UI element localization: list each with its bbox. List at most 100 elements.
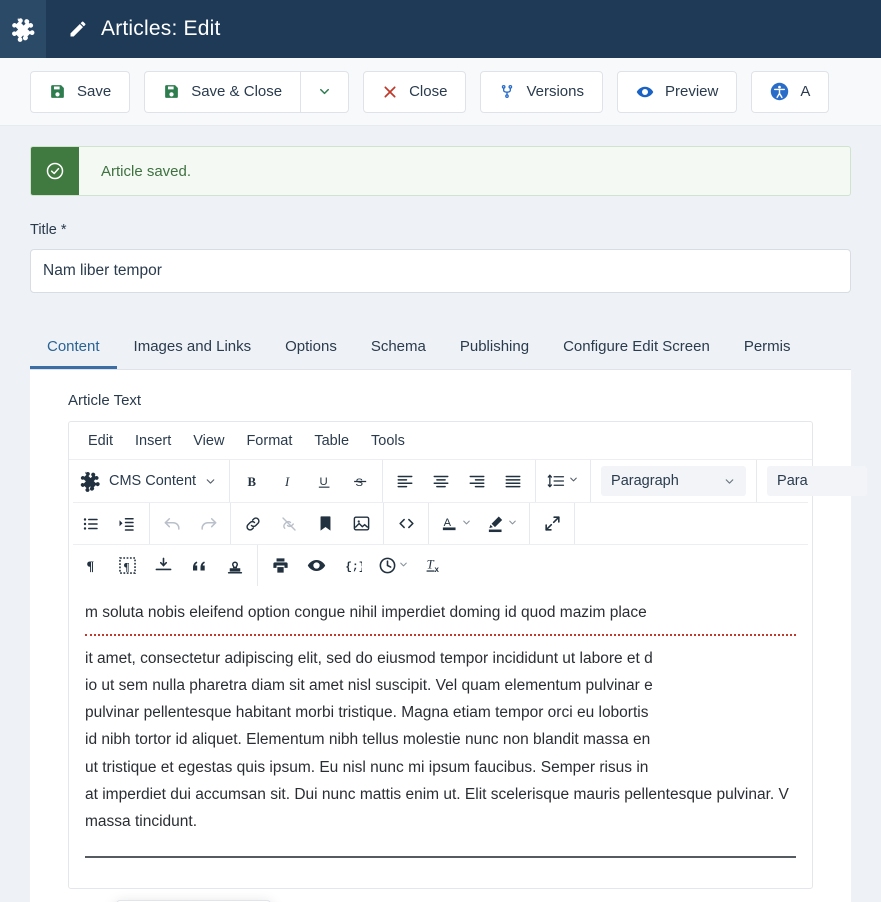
source-code-button[interactable] xyxy=(388,507,424,541)
pencil-icon xyxy=(68,19,88,39)
background-color-button[interactable] xyxy=(479,507,525,541)
tab-publishing[interactable]: Publishing xyxy=(443,339,546,369)
page-title-text: Articles: Edit xyxy=(101,17,221,40)
edit-tabs: Content Images and Links Options Schema … xyxy=(30,326,851,370)
tab-images-and-links[interactable]: Images and Links xyxy=(117,339,269,369)
page-break-button[interactable] xyxy=(145,549,181,583)
save-and-close-button[interactable]: Save & Close xyxy=(144,70,301,113)
align-center-button[interactable] xyxy=(423,464,459,498)
template-stamp-button[interactable] xyxy=(217,549,253,583)
menu-edit[interactable]: Edit xyxy=(77,429,124,453)
save-icon xyxy=(163,83,180,100)
clear-formatting-button[interactable]: Tx xyxy=(416,549,452,583)
tab-options[interactable]: Options xyxy=(268,339,354,369)
tab-content[interactable]: Content xyxy=(30,339,117,369)
close-button[interactable]: Close xyxy=(363,70,467,113)
unlink-button[interactable] xyxy=(271,507,307,541)
toolbar-separator xyxy=(382,460,384,502)
link-button[interactable] xyxy=(235,507,271,541)
blockquote-button[interactable] xyxy=(181,549,217,583)
toolbar-separator xyxy=(428,503,429,544)
save-dropdown-toggle[interactable] xyxy=(300,70,350,113)
tab-schema[interactable]: Schema xyxy=(354,339,443,369)
align-justify-button[interactable] xyxy=(495,464,531,498)
chevron-down-icon xyxy=(461,515,472,533)
editor-paragraph: at imperdiet dui accumsan sit. Dui nunc … xyxy=(85,785,789,803)
font-family-select[interactable]: Para xyxy=(767,466,868,496)
paragraph-mark-button[interactable]: ¶ xyxy=(73,549,109,583)
chevron-down-icon xyxy=(568,472,579,490)
accessibility-check-label: A xyxy=(800,83,811,100)
block-format-select[interactable]: Paragraph xyxy=(601,466,747,496)
undo-button[interactable] xyxy=(154,507,190,541)
svg-text:¶: ¶ xyxy=(86,558,94,574)
indent-button[interactable] xyxy=(109,507,145,541)
cms-content-dropdown[interactable]: CMS Content xyxy=(73,464,225,498)
underline-button[interactable]: U xyxy=(306,464,342,498)
tab-configure-edit-screen[interactable]: Configure Edit Screen xyxy=(546,339,727,369)
fullscreen-button[interactable] xyxy=(534,507,570,541)
preview-button[interactable]: Preview xyxy=(617,70,738,113)
menu-format[interactable]: Format xyxy=(235,429,303,453)
editor-paragraph: pulvinar pellentesque habitant morbi tri… xyxy=(85,704,649,722)
content-panel: Article Text Edit Insert View Format Tab… xyxy=(30,370,868,902)
read-more-separator xyxy=(85,634,796,637)
action-toolbar: Save Save & Close Close Versions Preview… xyxy=(0,58,881,126)
save-close-group: Save & Close xyxy=(144,70,350,113)
code-sample-button[interactable]: {;} xyxy=(334,549,370,583)
menu-view[interactable]: View xyxy=(182,429,235,453)
align-right-button[interactable] xyxy=(459,464,495,498)
accessibility-check-button[interactable]: A xyxy=(751,70,830,113)
menu-insert[interactable]: Insert xyxy=(124,429,182,453)
article-text-group: Article Text Edit Insert View Format Tab… xyxy=(30,392,868,889)
admin-header: Articles: Edit xyxy=(0,0,881,58)
toolbar-separator xyxy=(383,503,384,544)
print-button[interactable] xyxy=(262,549,298,583)
line-height-button[interactable] xyxy=(540,464,586,498)
editor-toolbar: CMS Content B I U S Paragraph Para A ¶ ¶… xyxy=(69,459,868,586)
toolbar-separator xyxy=(149,503,150,544)
tinymce-editor: Edit Insert View Format Table Tools CMS … xyxy=(68,421,868,889)
show-invisible-characters-button[interactable]: ¶ xyxy=(109,549,145,583)
cms-content-label: CMS Content xyxy=(109,473,197,489)
insert-date-time-button[interactable] xyxy=(370,549,416,583)
redo-button[interactable] xyxy=(190,507,226,541)
svg-text:{;}: {;} xyxy=(345,561,362,573)
versions-branch-icon xyxy=(499,83,515,100)
save-icon xyxy=(49,83,66,100)
anchor-bookmark-button[interactable] xyxy=(307,507,343,541)
close-button-label: Close xyxy=(409,83,448,100)
strikethrough-button[interactable]: S xyxy=(342,464,378,498)
joomla-logo-icon xyxy=(12,17,35,42)
versions-button[interactable]: Versions xyxy=(480,70,603,113)
title-input[interactable] xyxy=(30,249,851,293)
chevron-down-icon xyxy=(723,475,736,488)
chevron-down-icon xyxy=(507,515,518,533)
bullet-list-button[interactable] xyxy=(73,507,109,541)
svg-text:A: A xyxy=(444,517,452,529)
preview-button[interactable] xyxy=(298,549,334,583)
tab-permissions[interactable]: Permis xyxy=(727,339,808,369)
svg-text:¶: ¶ xyxy=(123,561,129,573)
chevron-down-icon xyxy=(317,84,332,99)
joomla-logo[interactable] xyxy=(0,0,46,58)
editor-paragraph: it amet, consectetur adipiscing elit, se… xyxy=(85,650,653,668)
menu-tools[interactable]: Tools xyxy=(360,429,416,453)
toolbar-separator xyxy=(257,545,258,586)
text-color-button[interactable]: A xyxy=(433,507,479,541)
align-left-button[interactable] xyxy=(387,464,423,498)
eye-icon xyxy=(636,83,654,101)
editor-paragraph: m soluta nobis eleifend option congue ni… xyxy=(85,604,647,621)
check-circle-icon xyxy=(31,147,79,195)
editor-content-area[interactable]: m soluta nobis eleifend option congue ni… xyxy=(69,586,812,888)
article-text-label: Article Text xyxy=(68,392,142,409)
bold-button[interactable]: B xyxy=(234,464,270,498)
image-button[interactable] xyxy=(343,507,379,541)
toolbar-separator xyxy=(756,460,758,502)
save-button[interactable]: Save xyxy=(30,70,131,113)
italic-button[interactable]: I xyxy=(270,464,306,498)
editor-paragraph: id nibh tortor id aliquet. Elementum nib… xyxy=(85,731,651,749)
alert-message: Article saved. xyxy=(101,162,192,180)
menu-table[interactable]: Table xyxy=(303,429,360,453)
editor-paragraph: massa tincidunt. xyxy=(85,812,197,830)
